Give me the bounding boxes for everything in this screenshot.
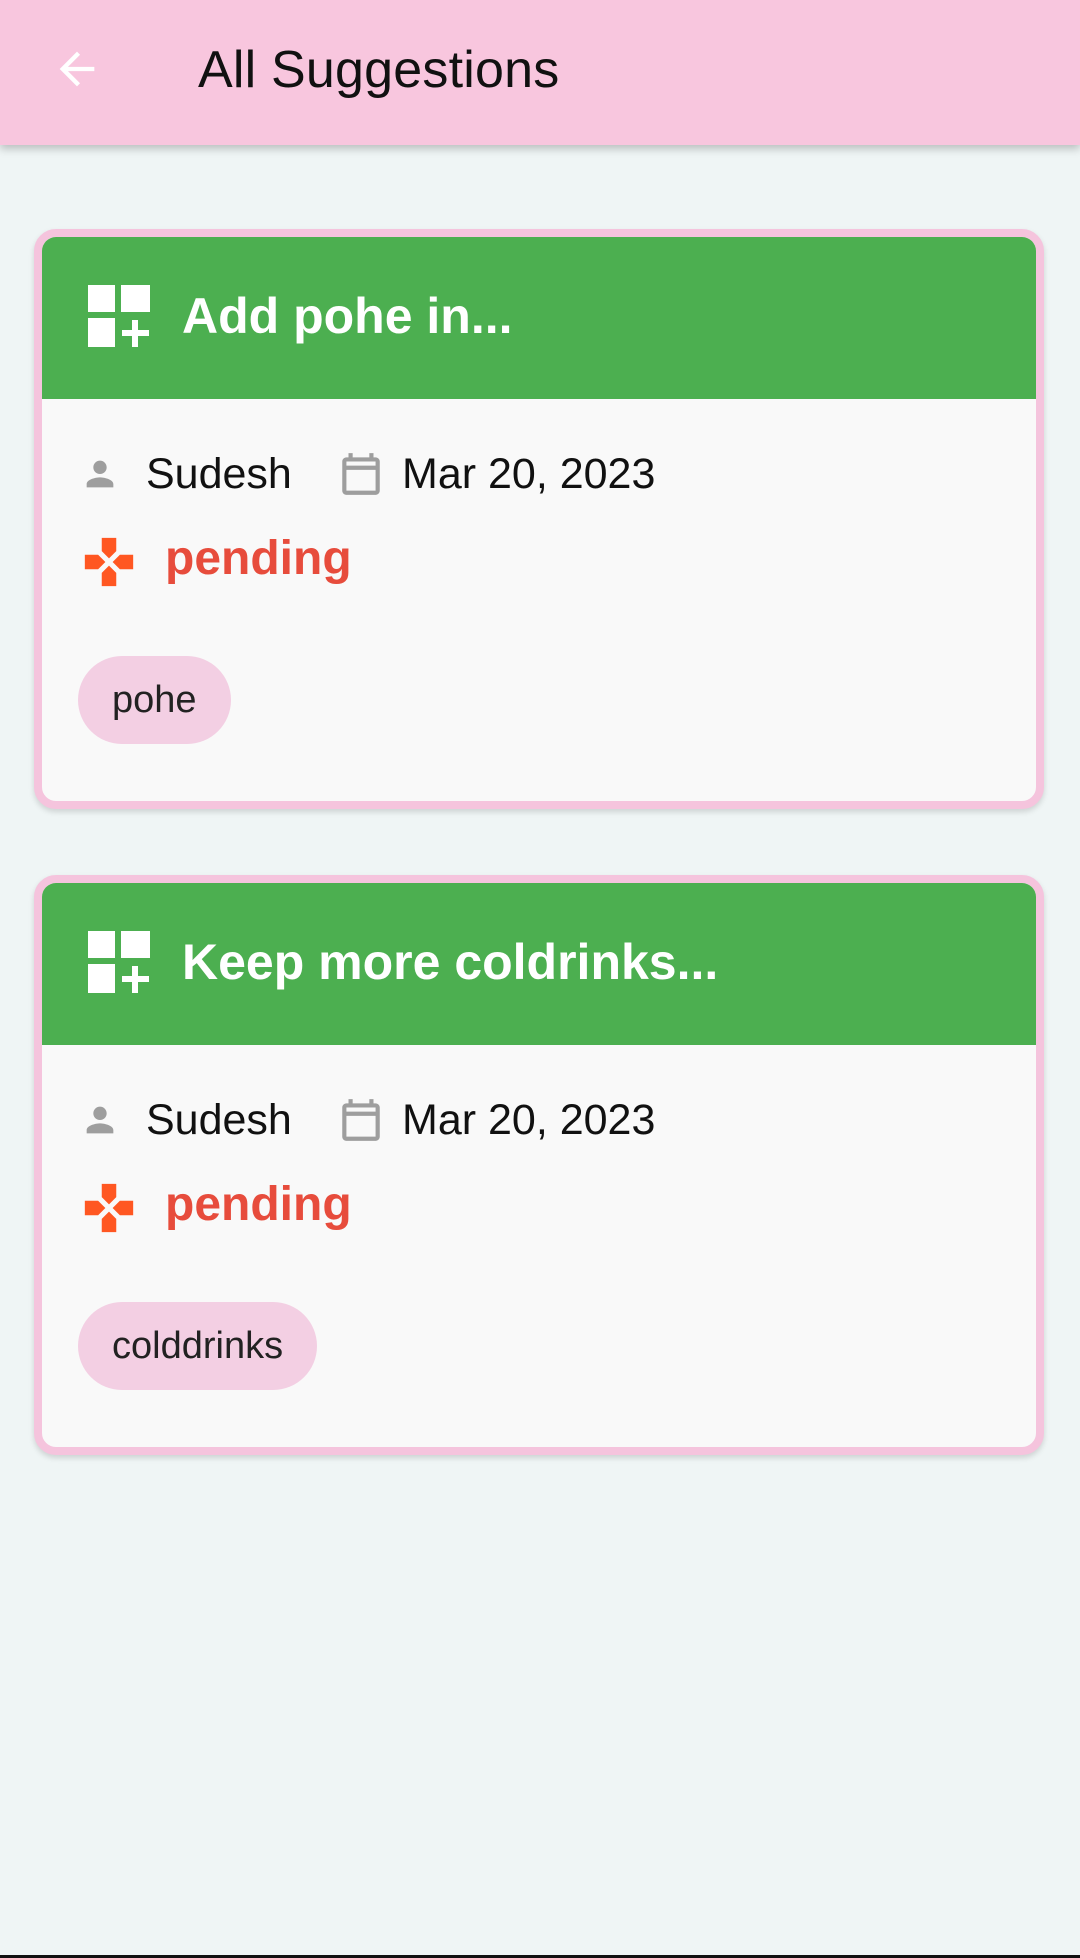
tag-chip[interactable]: pohe: [78, 656, 231, 744]
card-header: Add pohe in...: [42, 237, 1036, 399]
calendar-icon: [342, 453, 380, 495]
author-name: Sudesh: [146, 1096, 292, 1144]
status-row: pending: [42, 1173, 1036, 1237]
status-row: pending: [42, 527, 1036, 591]
suggestion-date: Mar 20, 2023: [402, 450, 656, 498]
app-bar: All Suggestions: [0, 0, 1080, 145]
suggestion-card[interactable]: Add pohe in... Sudesh Mar 20, 2023 pendi…: [34, 229, 1044, 809]
gamepad-icon: [84, 1183, 134, 1233]
person-icon: [86, 1106, 114, 1134]
author-name: Sudesh: [146, 450, 292, 498]
page-title: All Suggestions: [198, 41, 560, 99]
status-badge: pending: [165, 532, 352, 585]
card-header: Keep more coldrinks...: [42, 883, 1036, 1045]
status-badge: pending: [165, 1178, 352, 1231]
back-button[interactable]: [40, 30, 114, 108]
arrow-back-icon: [59, 51, 95, 87]
suggestion-title: Keep more coldrinks...: [182, 934, 719, 990]
person-icon: [86, 460, 114, 488]
meta-row: Sudesh Mar 20, 2023: [42, 1091, 1036, 1149]
suggestion-card[interactable]: Keep more coldrinks... Sudesh Mar 20, 20…: [34, 875, 1044, 1455]
suggestion-title: Add pohe in...: [182, 288, 513, 344]
meta-row: Sudesh Mar 20, 2023: [42, 445, 1036, 503]
dashboard-add-icon: [88, 285, 150, 347]
dashboard-add-icon: [88, 931, 150, 993]
suggestion-date: Mar 20, 2023: [402, 1096, 656, 1144]
tag-chip[interactable]: colddrinks: [78, 1302, 318, 1390]
gamepad-icon: [84, 537, 134, 587]
calendar-icon: [342, 1099, 380, 1141]
